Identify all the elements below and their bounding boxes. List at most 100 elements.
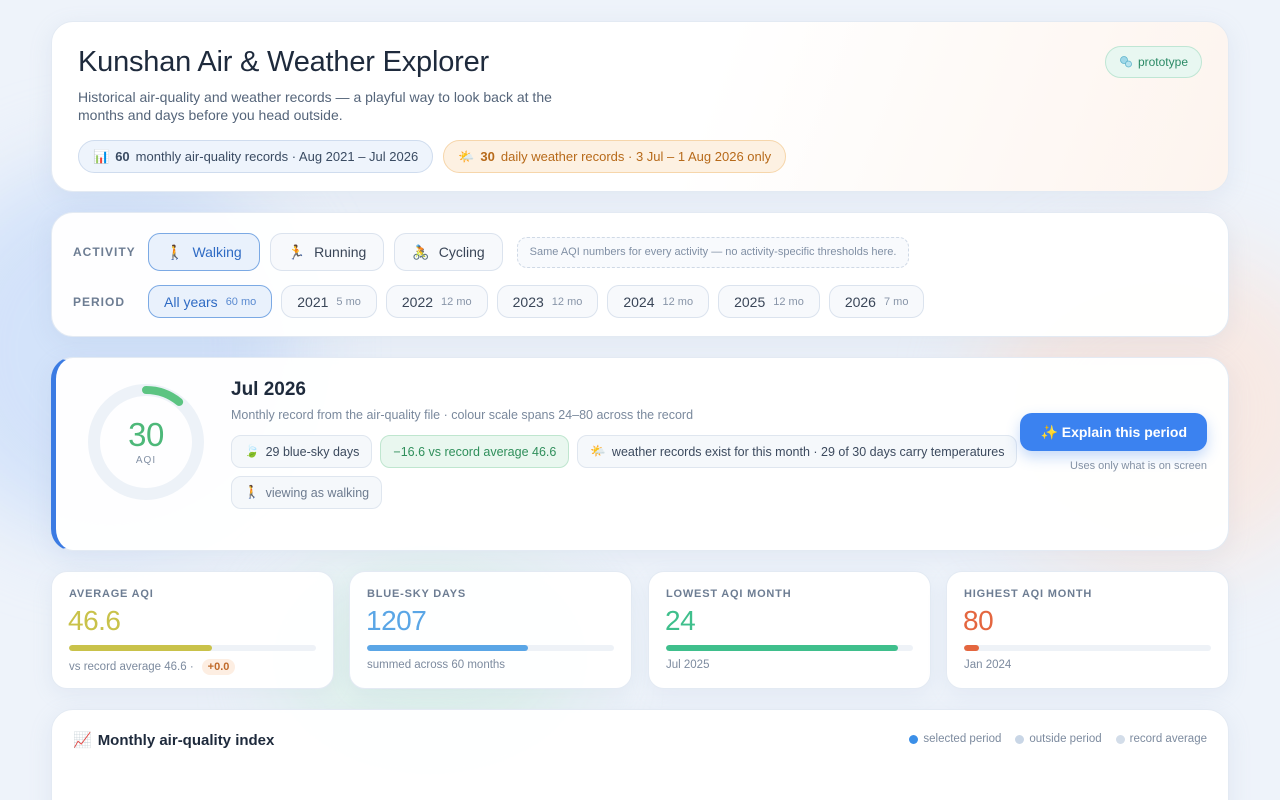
period-month-count: 5 mo: [336, 295, 361, 308]
legend-label: outside period: [1029, 733, 1102, 745]
vs-average-text: −16.6 vs record average 46.6: [393, 444, 557, 459]
chart-legend: selected period outside period record av…: [909, 733, 1207, 745]
activity-walking-button[interactable]: 🚶 Walking: [148, 233, 260, 271]
activity-running-button[interactable]: 🏃 Running: [269, 233, 385, 271]
controls-card: ACTIVITY 🚶 Walking 🏃 Running 🚴 Cycling S…: [51, 212, 1229, 337]
legend-label: selected period: [923, 733, 1002, 745]
stat-label: AVERAGE AQI: [69, 588, 154, 600]
period-month-count: 60 mo: [225, 295, 257, 308]
blue-sky-days-pill: 🍃 29 blue-sky days: [231, 435, 373, 468]
viewing-mode-pill: 🚶 viewing as walking: [231, 476, 383, 509]
stat-note-text: vs record average 46.6 ·: [69, 661, 194, 673]
weather-coverage-text: weather records exist for this month · 2…: [611, 444, 1005, 459]
stat-label: LOWEST AQI MONTH: [666, 588, 792, 600]
delta-badge: +0.0: [201, 659, 236, 675]
stat-note-text: summed across 60 months: [367, 659, 506, 671]
focus-card: 30 AQI Jul 2026 Monthly record from the …: [51, 357, 1229, 551]
stat-label: HIGHEST AQI MONTH: [964, 588, 1093, 600]
header-card: Kunshan Air & Weather Explorer Historica…: [51, 21, 1229, 192]
chart-title-text: Monthly air-quality index: [97, 731, 275, 749]
stat-value: 24: [665, 605, 696, 636]
period-label-text: 2024: [623, 293, 655, 310]
period-2026-button[interactable]: 2026 7 mo: [828, 285, 925, 318]
stat-value: 46.6: [68, 605, 121, 636]
activity-walking-label: Walking: [192, 244, 242, 260]
viewing-mode-text: viewing as walking: [265, 485, 370, 500]
period-month-count: 12 mo: [551, 295, 583, 308]
period-label-text: 2021: [297, 293, 329, 310]
period-label-text: 2023: [512, 293, 544, 310]
period-2025-button[interactable]: 2025 12 mo: [718, 285, 820, 318]
stat-bar-track: [964, 645, 1211, 651]
activity-running-label: Running: [314, 244, 367, 260]
legend-selected-period: selected period: [909, 733, 1001, 745]
stat-label: BLUE-SKY DAYS: [367, 588, 467, 600]
period-label-text: 2022: [401, 293, 434, 310]
sun-cloud-icon: 🌤️: [590, 444, 606, 458]
stat-blue-sky-days: BLUE-SKY DAYS 1207 summed across 60 mont…: [349, 571, 632, 689]
app-title: Kunshan Air & Weather Explorer: [78, 46, 489, 78]
legend-dot: [1115, 734, 1125, 744]
period-month-count: 12 mo: [662, 295, 694, 308]
stat-lowest-aqi-month: LOWEST AQI MONTH 24 Jul 2025: [648, 571, 931, 689]
stat-bar-fill: [69, 645, 213, 651]
stat-note: summed across 60 months: [367, 659, 505, 671]
focus-period-subtitle: Monthly record from the air-quality file…: [231, 408, 694, 422]
period-2023-button[interactable]: 2023 12 mo: [496, 285, 599, 318]
stat-note: Jan 2024: [964, 659, 1011, 671]
period-2024-button[interactable]: 2024 12 mo: [607, 285, 710, 318]
chart-trend-icon: 📈: [73, 732, 92, 749]
app-subtitle: Historical air-quality and weather recor…: [78, 89, 552, 123]
aq-records-text: monthly air-quality records · Aug 2021 –…: [135, 149, 419, 164]
legend-dot: [1015, 734, 1025, 744]
period-selector: All years 60 mo 2021 5 mo 2022 12 mo 202…: [148, 285, 925, 318]
walking-icon: 🚶: [244, 485, 260, 499]
period-month-count: 7 mo: [883, 295, 909, 308]
aq-records-count: 60: [115, 149, 130, 164]
activity-selector: 🚶 Walking 🏃 Running 🚴 Cycling Same AQI n…: [148, 233, 910, 271]
bubbles-icon: [1120, 56, 1132, 68]
vs-average-pill: −16.6 vs record average 46.6: [380, 435, 570, 468]
cycling-icon: 🚴: [412, 243, 430, 260]
bar-chart-icon: 📊: [93, 148, 110, 164]
legend-dot: [909, 734, 919, 744]
legend-outside-period: outside period: [1015, 733, 1102, 745]
dataset-chips: 📊 60 monthly air-quality records · Aug 2…: [78, 140, 787, 173]
stat-bar-fill: [367, 645, 528, 651]
period-label: PERIOD: [73, 295, 126, 309]
legend-label: record average: [1129, 733, 1207, 745]
activity-cycling-button[interactable]: 🚴 Cycling: [394, 233, 503, 271]
sun-cloud-icon: 🌤️: [458, 148, 475, 164]
explain-note: Uses only what is on screen: [1070, 460, 1207, 472]
stat-value: 80: [963, 605, 994, 636]
aq-records-chip: 📊 60 monthly air-quality records · Aug 2…: [78, 140, 434, 173]
activity-cycling-label: Cycling: [438, 244, 485, 260]
walking-icon: 🚶: [166, 243, 184, 260]
aqi-chart-card: 📈 Monthly air-quality index selected per…: [51, 709, 1229, 800]
stat-note: Jul 2025: [666, 659, 709, 671]
stat-note: vs record average 46.6 · +0.0: [69, 659, 236, 675]
period-label-text: All years: [164, 293, 218, 310]
period-all-years-button[interactable]: All years 60 mo: [148, 285, 273, 318]
period-month-count: 12 mo: [441, 295, 472, 308]
period-2022-button[interactable]: 2022 12 mo: [385, 285, 488, 318]
weather-records-text: daily weather records · 3 Jul – 1 Aug 20…: [500, 149, 772, 164]
stat-note-text: Jul 2025: [666, 659, 710, 671]
period-label-text: 2025: [734, 293, 766, 310]
period-2021-button[interactable]: 2021 5 mo: [281, 285, 377, 318]
stat-average-aqi: AVERAGE AQI 46.6 vs record average 46.6 …: [51, 571, 334, 689]
prototype-badge: prototype: [1104, 46, 1202, 78]
weather-records-chip: 🌤️ 30 daily weather records · 3 Jul – 1 …: [443, 140, 787, 173]
stat-bar-track: [666, 645, 913, 651]
explain-period-button[interactable]: ✨ Explain this period: [1020, 413, 1207, 451]
prototype-badge-label: prototype: [1137, 55, 1188, 69]
stat-value: 1207: [366, 605, 427, 636]
aqi-value: 30: [128, 416, 164, 453]
legend-record-average: record average: [1115, 733, 1207, 745]
blue-sky-days-text: 29 blue-sky days: [265, 444, 360, 459]
stat-bar-fill: [964, 645, 979, 651]
activity-note: Same AQI numbers for every activity — no…: [516, 236, 910, 268]
weather-records-count: 30: [480, 149, 495, 164]
activity-label: ACTIVITY: [73, 245, 136, 259]
period-month-count: 12 mo: [773, 295, 804, 308]
